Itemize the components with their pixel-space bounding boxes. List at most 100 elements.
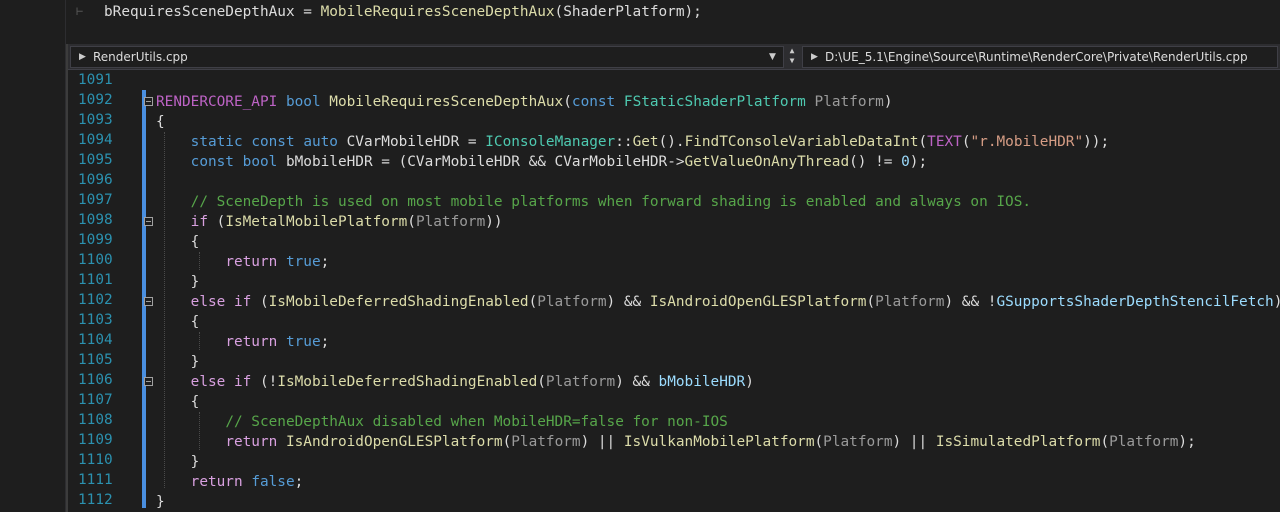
peek-code-editor[interactable]: 1091 1092 1093 1094 1095 1096 1097 1098 1099 1100…	[68, 70, 1280, 512]
code-line[interactable]: static const auto CVarMobileHDR = IConso…	[156, 132, 1109, 152]
outer-gutter	[0, 0, 66, 512]
code-line[interactable]: }	[156, 352, 200, 372]
code-line[interactable]: }	[156, 492, 165, 512]
code-token: ;	[320, 334, 330, 350]
code-line[interactable]: // SceneDepthAux disabled when MobileHDR…	[156, 412, 728, 432]
code-token: 0	[901, 154, 910, 170]
chevron-down-icon[interactable]: ▼	[769, 47, 776, 67]
code-token: FStaticShaderPlatform	[623, 94, 806, 110]
code-line[interactable]: {	[156, 392, 200, 412]
line-number: 1100	[78, 252, 113, 268]
code-line[interactable]: else if (!IsMobileDeferredShadingEnabled…	[156, 372, 754, 392]
code-token: (	[918, 134, 928, 150]
code-token: ShaderPlatform	[563, 4, 685, 20]
code-token: return	[225, 434, 278, 450]
code-token: // SceneDepth is used on most mobile pla…	[190, 194, 1032, 210]
code-token: (	[407, 214, 416, 230]
code-line[interactable]: {	[156, 112, 165, 132]
code-line[interactable]: return true;	[156, 252, 329, 272]
code-token: // SceneDepthAux disabled when MobileHDR…	[225, 414, 728, 430]
line-number: 1103	[78, 312, 113, 328]
code-token: Platform	[537, 294, 607, 310]
triangle-right-icon: ▶	[79, 52, 86, 62]
line-number: 1106	[78, 372, 113, 388]
code-token: if	[233, 294, 252, 310]
line-number: 1110	[78, 452, 113, 468]
line-number: 1092	[78, 92, 113, 108]
collapse-minus-icon[interactable]	[144, 217, 153, 226]
code-token: IsVulkanMobilePlatform	[623, 434, 815, 450]
peek-header: ▶ RenderUtils.cpp ▼ ▲ ▼ ▶ D:\UE_5.1\Engin…	[68, 44, 1280, 70]
line-number: 1095	[78, 152, 113, 168]
indent-guide	[199, 412, 200, 450]
outer-code-line[interactable]: bRequiresSceneDepthAux = MobileRequiresS…	[104, 4, 702, 20]
code-token: }	[156, 454, 200, 470]
code-token: IsMobileDeferredShadingEnabled	[277, 374, 538, 390]
code-token: ) &&	[615, 374, 659, 390]
line-number: 1109	[78, 432, 113, 448]
code-line[interactable]: else if (IsMobileDeferredShadingEnabled(…	[156, 292, 1280, 312]
code-token: )	[745, 374, 754, 390]
code-token: )	[883, 94, 893, 110]
code-token: IsSimulatedPlatform	[935, 434, 1101, 450]
code-line[interactable]: const bool bMobileHDR = (CVarMobileHDR &…	[156, 152, 927, 172]
code-line[interactable]: return IsAndroidOpenGLESPlatform(Platfor…	[156, 432, 1196, 452]
up-down-arrows-icon[interactable]: ▲ ▼	[784, 46, 800, 68]
collapse-minus-icon[interactable]	[144, 377, 153, 386]
code-token: bRequiresSceneDepthAux	[104, 4, 295, 20]
code-token: ));	[1083, 134, 1110, 150]
collapse-minus-icon[interactable]	[144, 97, 153, 106]
line-number: 1112	[78, 492, 113, 508]
code-token: IsMobileDeferredShadingEnabled	[268, 294, 529, 310]
code-token: "r.MobileHDR"	[970, 134, 1084, 150]
code-line[interactable]: // SceneDepth is used on most mobile pla…	[156, 192, 1031, 212]
code-token: Platform	[545, 374, 616, 390]
code-token: return	[225, 254, 278, 270]
code-token: RENDERCORE_API	[156, 94, 278, 110]
line-number: 1107	[78, 392, 113, 408]
code-line[interactable]: return true;	[156, 332, 329, 352]
code-token: (	[251, 294, 269, 310]
line-number: 1099	[78, 232, 113, 248]
code-token: );	[909, 154, 928, 170]
code-token: false	[251, 474, 295, 490]
code-token: );	[1178, 434, 1196, 450]
code-token: ) ||	[892, 434, 936, 450]
indent-guide	[199, 252, 200, 270]
line-number: 1094	[78, 132, 113, 148]
collapse-minus-icon[interactable]	[144, 297, 153, 306]
code-line[interactable]: {	[156, 232, 200, 252]
code-token: (	[502, 434, 512, 450]
code-line[interactable]: return false;	[156, 472, 304, 492]
outer-indent-guide: ⊢	[76, 4, 84, 18]
code-line[interactable]: RENDERCORE_API bool MobileRequiresSceneD…	[156, 92, 893, 112]
code-token: ) &&	[606, 294, 650, 310]
code-token: Platform	[511, 434, 581, 450]
code-line[interactable]: }	[156, 272, 200, 292]
peek-file-selector[interactable]: ▶ RenderUtils.cpp ▼	[70, 46, 784, 68]
code-token: {	[156, 394, 200, 410]
code-token: FindTConsoleVariableDataInt	[684, 134, 919, 150]
line-number: 1102	[78, 292, 113, 308]
code-token: {	[156, 234, 200, 250]
code-token: Platform	[1109, 434, 1179, 450]
code-line[interactable]: {	[156, 312, 200, 332]
code-line[interactable]: }	[156, 452, 200, 472]
code-token: const	[571, 94, 616, 110]
code-token: bMobileHDR = (CVarMobileHDR && CVarMobil…	[277, 154, 685, 170]
peek-file-path[interactable]: ▶ D:\UE_5.1\Engine\Source\Runtime\Render…	[802, 46, 1278, 68]
code-token: if	[190, 214, 208, 230]
code-token: Get	[632, 134, 659, 150]
code-line[interactable]: if (IsMetalMobilePlatform(Platform))	[156, 212, 503, 232]
